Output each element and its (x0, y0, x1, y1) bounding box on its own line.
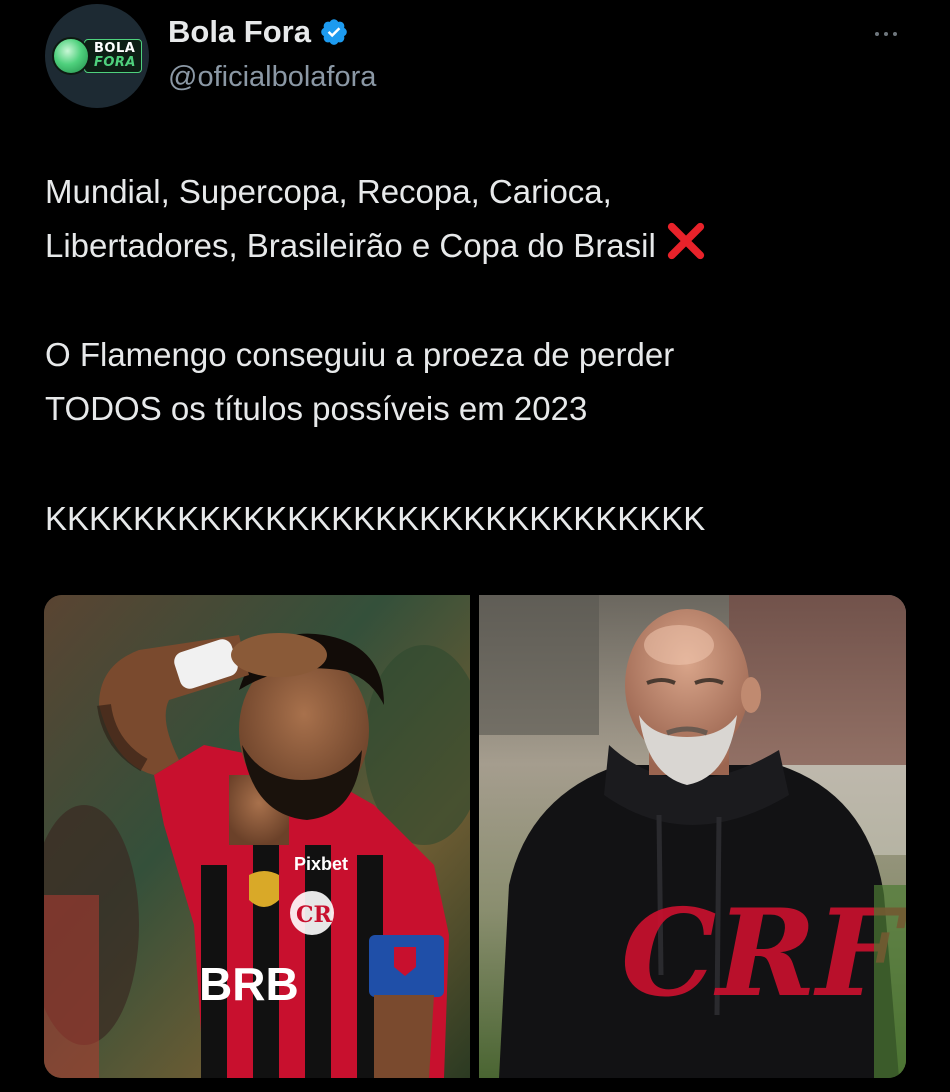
avatar-logo-word-2: FORA (93, 55, 136, 70)
more-options-icon[interactable] (866, 22, 906, 46)
author-handle[interactable]: @oficialbolafora (168, 61, 376, 94)
svg-text:CRF: CRF (621, 883, 906, 1024)
tweet-text-line: O Flamengo conseguiu a proeza de perder (45, 336, 675, 373)
svg-text:CR: CR (296, 902, 333, 928)
more-dot (884, 32, 888, 36)
svg-text:BRB: BRB (199, 958, 299, 1010)
author-name-row[interactable]: Bola Fora (168, 14, 349, 50)
more-dot (875, 32, 879, 36)
ball-icon (51, 37, 90, 75)
tweet-text-line: KKKKKKKKKKKKKKKKKKKKKKKKKKKKKK (45, 500, 706, 537)
tweet-text-paragraph-2: O Flamengo conseguiu a proeza de perder … (45, 328, 674, 436)
verified-badge-icon (321, 19, 347, 45)
avatar[interactable]: BOLA FORA (45, 4, 149, 108)
tweet-media[interactable]: BRB Pixbet CR CRF (44, 595, 906, 1078)
avatar-logo-word-1: BOLA (93, 41, 136, 56)
more-dot (893, 32, 897, 36)
cross-mark-icon (667, 222, 704, 260)
player-illustration: BRB Pixbet CR (44, 595, 470, 1078)
media-photo-coach[interactable]: CRF (479, 595, 906, 1078)
coach-illustration: CRF (479, 595, 906, 1078)
tweet-text-line: Mundial, Supercopa, Recopa, Carioca, (45, 173, 612, 210)
tweet-text-paragraph-3: KKKKKKKKKKKKKKKKKKKKKKKKKKKKKK (45, 492, 705, 546)
tweet-text-line: Libertadores, Brasileirão e Copa do Bras… (45, 227, 656, 264)
tweet-text-line-with-emoji: Libertadores, Brasileirão e Copa do Bras… (45, 219, 708, 273)
display-name[interactable]: Bola Fora (168, 14, 311, 50)
media-photo-player[interactable]: BRB Pixbet CR (44, 595, 470, 1078)
tweet[interactable]: BOLA FORA Bola Fora @oficialbolafora Mun… (0, 0, 950, 1092)
svg-text:Pixbet: Pixbet (294, 854, 348, 874)
tweet-text-line: TODOS os títulos possíveis em 2023 (45, 390, 588, 427)
tweet-text-paragraph-1: Mundial, Supercopa, Recopa, Carioca, Lib… (45, 165, 708, 273)
avatar-logo: BOLA FORA (83, 39, 142, 73)
